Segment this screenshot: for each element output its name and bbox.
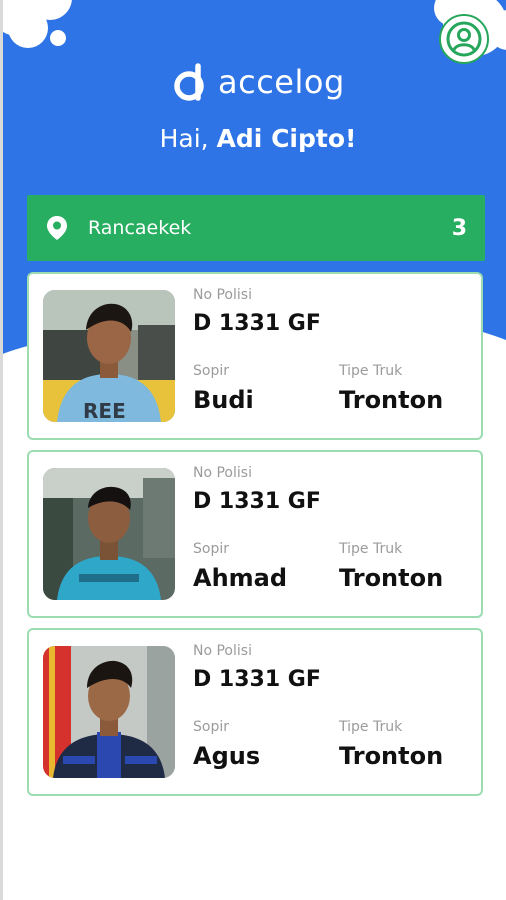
greeting-prefix: Hai, <box>159 124 217 153</box>
driver-name: Ahmad <box>193 564 288 592</box>
user-name: Adi Cipto! <box>216 124 357 153</box>
truck-type: Tronton <box>339 742 444 770</box>
logo-text: accelog <box>218 63 345 101</box>
truck-type: Tronton <box>339 386 444 414</box>
truck-type: Tronton <box>339 564 444 592</box>
map-pin-icon <box>47 216 67 240</box>
driver-name: Budi <box>193 386 254 414</box>
shirt-text: REE <box>83 399 126 422</box>
location-filter[interactable]: Rancaekek 3 <box>27 195 485 261</box>
truck-type-label: Tipe Truk <box>339 363 403 379</box>
cloud-decoration <box>0 0 72 48</box>
plate-label: No Polisi <box>193 287 252 303</box>
plate-label: No Polisi <box>193 643 252 659</box>
driver-label: Sopir <box>193 541 229 557</box>
truck-card[interactable]: REE No Polisi D 1331 GF Sopir Budi Tipe … <box>27 272 483 440</box>
location-name: Rancaekek <box>88 217 192 239</box>
user-circle-icon <box>446 21 482 57</box>
truck-card[interactable]: No Polisi D 1331 GF Sopir Ahmad Tipe Tru… <box>27 450 483 618</box>
profile-button[interactable] <box>439 14 489 64</box>
driver-photo <box>43 468 175 600</box>
greeting: Hai, Adi Cipto! <box>0 124 506 153</box>
accelog-logo-icon <box>174 63 204 101</box>
plate-number: D 1331 GF <box>193 311 321 336</box>
driver-photo: REE <box>43 290 175 422</box>
truck-type-label: Tipe Truk <box>339 719 403 735</box>
app-screen: accelog Hai, Adi Cipto! Rancaekek 3 REE <box>0 0 506 900</box>
driver-label: Sopir <box>193 363 229 379</box>
plate-label: No Polisi <box>193 465 252 481</box>
driver-photo <box>43 646 175 778</box>
plate-number: D 1331 GF <box>193 667 321 692</box>
truck-card[interactable]: No Polisi D 1331 GF Sopir Agus Tipe Truk… <box>27 628 483 796</box>
driver-label: Sopir <box>193 719 229 735</box>
screen-edge <box>0 0 3 900</box>
app-logo: accelog <box>172 58 345 106</box>
location-count: 3 <box>451 215 467 241</box>
plate-number: D 1331 GF <box>193 489 321 514</box>
driver-name: Agus <box>193 742 261 770</box>
truck-type-label: Tipe Truk <box>339 541 403 557</box>
